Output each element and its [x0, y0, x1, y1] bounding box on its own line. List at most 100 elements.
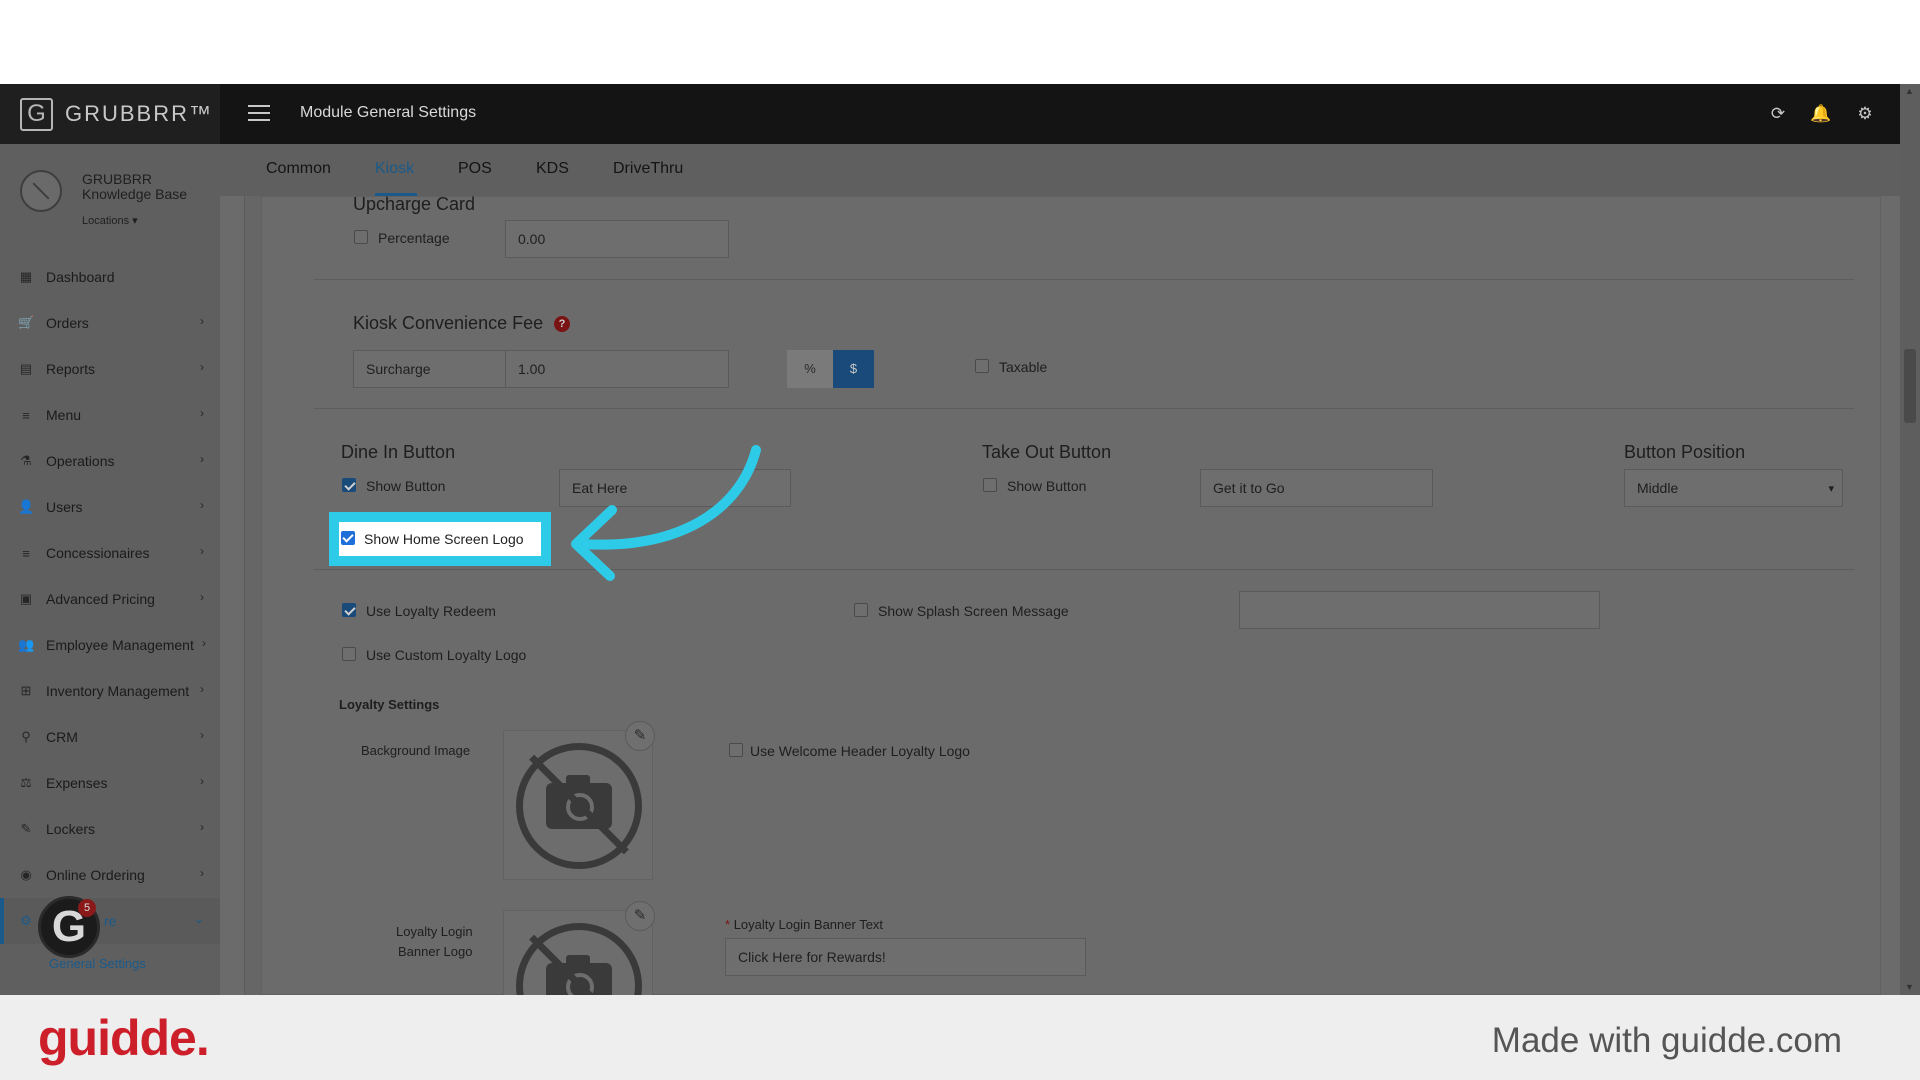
chevron-right-icon: › [200, 774, 204, 788]
show-home-screen-logo-label: Show Home Screen Logo [364, 531, 524, 547]
chevron-down-icon: ⌄ [193, 912, 204, 926]
take-out-text-input[interactable]: Get it to Go [1200, 469, 1433, 507]
pointer-arrow-icon [571, 445, 761, 581]
tab-pos[interactable]: POS [458, 160, 492, 178]
kiosk-settings-panel: Upcharge Card Percentage 0.00 Kiosk Conv… [261, 194, 1881, 995]
scroll-down-icon[interactable]: ▼ [1905, 982, 1914, 992]
show-home-screen-logo-checkbox[interactable] [341, 531, 355, 545]
gear-icon[interactable]: ⚙ [1853, 102, 1877, 126]
profile-name: GRUBBRR Knowledge Base [82, 171, 188, 202]
sidebar-item-label: Expenses [46, 775, 108, 791]
sidebar-item-advanced-pricing[interactable]: ▣ Advanced Pricing › [0, 576, 220, 622]
divider [314, 408, 1854, 409]
refresh-icon[interactable]: ⟳ [1766, 102, 1790, 126]
fee-amount-input[interactable]: 1.00 [505, 350, 729, 388]
chevron-right-icon: › [200, 360, 204, 374]
sidebar-item-lockers[interactable]: ✎ Lockers › [0, 806, 220, 852]
sidebar-item-menu[interactable]: ≡ Menu › [0, 392, 220, 438]
tab-common[interactable]: Common [266, 160, 331, 178]
button-position-value: Middle [1637, 480, 1679, 496]
dine-in-show-checkbox[interactable] [342, 478, 356, 492]
upcharge-card-title: Upcharge Card [353, 194, 476, 214]
scrollbar[interactable]: ▲ ▼ [1900, 84, 1920, 995]
scroll-up-icon[interactable]: ▲ [1905, 86, 1914, 96]
sidebar-item-users[interactable]: 👤 Users › [0, 484, 220, 530]
edit-pencil-icon[interactable]: ✎ [625, 901, 655, 931]
loyalty-settings-title: Loyalty Settings [339, 697, 440, 712]
sidebar-item-expenses[interactable]: ⚖ Expenses › [0, 760, 220, 806]
chevron-right-icon: › [202, 636, 206, 650]
sidebar-item-dashboard[interactable]: ▦ Dashboard [0, 254, 220, 300]
sidebar-item-store[interactable]: ⚙ re ⌄ [0, 898, 220, 944]
chevron-right-icon: › [200, 682, 204, 696]
button-position-select[interactable]: Middle ▾ [1624, 469, 1843, 507]
sidebar-item-label: Orders [46, 315, 89, 331]
sidebar-item-label: Reports [46, 361, 96, 377]
custom-loyalty-logo-checkbox[interactable] [342, 647, 356, 661]
sidebar-subitem-general-settings[interactable]: General Settings [49, 956, 146, 971]
sidebar-item-concessionaires[interactable]: ≡ Concessionaires › [0, 530, 220, 576]
sidebar-item-orders[interactable]: 🛒 Orders › [0, 300, 220, 346]
upcharge-value-input[interactable]: 0.00 [505, 220, 729, 258]
menu-toggle-icon[interactable] [248, 105, 270, 121]
sidebar-item-label: re [104, 913, 117, 929]
take-out-title: Take Out Button [982, 442, 1112, 462]
required-asterisk: * [725, 917, 731, 932]
percentage-checkbox[interactable] [354, 230, 368, 244]
splash-message-checkbox[interactable] [854, 603, 868, 617]
app-logo[interactable]: G GRUBBRR™ [0, 84, 220, 144]
sidebar-item-online-ordering[interactable]: ◉ Online Ordering › [0, 852, 220, 898]
notification-count-badge: 5 [78, 899, 96, 917]
page-title: Module General Settings [300, 104, 477, 121]
sidebar-item-inventory-management[interactable]: ⊞ Inventory Management › [0, 668, 220, 714]
bell-icon[interactable]: 🔔 [1809, 102, 1833, 126]
user-icon: 👤 [18, 499, 35, 514]
globe-icon: ◉ [20, 867, 32, 882]
list-icon: ≡ [22, 407, 30, 423]
logo-text: GRUBBRR™ [65, 101, 214, 126]
banner-text-label: * Loyalty Login Banner Text [725, 917, 883, 932]
chevron-right-icon: › [200, 406, 204, 420]
welcome-header-logo-checkbox[interactable] [729, 743, 743, 757]
sidebar-item-label: Users [46, 499, 83, 515]
tab-bar: Common Kiosk POS KDS DriveThru [220, 144, 1900, 196]
guidde-logo: guidde. [38, 1010, 210, 1066]
content-area: Upcharge Card Percentage 0.00 Kiosk Conv… [244, 194, 1881, 995]
dollar-toggle-button[interactable]: $ [833, 350, 874, 388]
taxable-label: Taxable [999, 359, 1048, 375]
chevron-right-icon: › [200, 314, 204, 328]
divider [314, 569, 1854, 570]
splash-message-input[interactable] [1239, 591, 1600, 629]
sidebar-item-operations[interactable]: ⚗ Operations › [0, 438, 220, 484]
taxable-checkbox[interactable] [975, 359, 989, 373]
tab-drivethru[interactable]: DriveThru [613, 160, 683, 178]
flask-icon: ⚗ [20, 453, 32, 468]
banner-logo-label-line1: Loyalty Login [396, 924, 473, 939]
banner-text-input[interactable]: Click Here for Rewards! [725, 938, 1086, 976]
take-out-show-checkbox[interactable] [983, 478, 997, 492]
tab-kds[interactable]: KDS [536, 160, 569, 178]
percent-toggle-button[interactable]: % [787, 350, 833, 388]
sidebar-item-reports[interactable]: ▤ Reports › [0, 346, 220, 392]
background-image-label: Background Image [361, 743, 471, 758]
locations-dropdown[interactable]: Locations ▾ [82, 214, 138, 227]
help-icon[interactable]: ? [554, 316, 570, 332]
sidebar-nav: ▦ Dashboard 🛒 Orders › ▤ Reports › ≡ Menu › ⚗ Op… [0, 254, 220, 944]
sidebar-item-label: Dashboard [46, 269, 115, 285]
avatar[interactable] [20, 170, 62, 212]
edit-pencil-icon[interactable]: ✎ [625, 721, 655, 751]
chevron-down-icon: ▾ [1828, 483, 1834, 495]
fee-type-input[interactable]: Surcharge [353, 350, 528, 388]
sidebar-item-employee-management[interactable]: 👥 Employee Management › [0, 622, 220, 668]
sidebar-item-crm[interactable]: ⚲ CRM › [0, 714, 220, 760]
top-bar: G GRUBBRR™ Module General Settings ⟳ 🔔 ⚙ [0, 84, 1920, 144]
users-icon: 👥 [18, 637, 35, 652]
chevron-right-icon: › [200, 498, 204, 512]
tab-kiosk[interactable]: Kiosk [375, 160, 414, 178]
sidebar: GRUBBRR Knowledge Base Locations ▾ ▦ Dash… [0, 144, 220, 995]
scroll-thumb[interactable] [1904, 349, 1916, 423]
background-image-placeholder [503, 730, 653, 880]
use-loyalty-redeem-label: Use Loyalty Redeem [366, 603, 496, 619]
banner-text-label-text: Loyalty Login Banner Text [733, 917, 884, 932]
use-loyalty-redeem-checkbox[interactable] [342, 603, 356, 617]
